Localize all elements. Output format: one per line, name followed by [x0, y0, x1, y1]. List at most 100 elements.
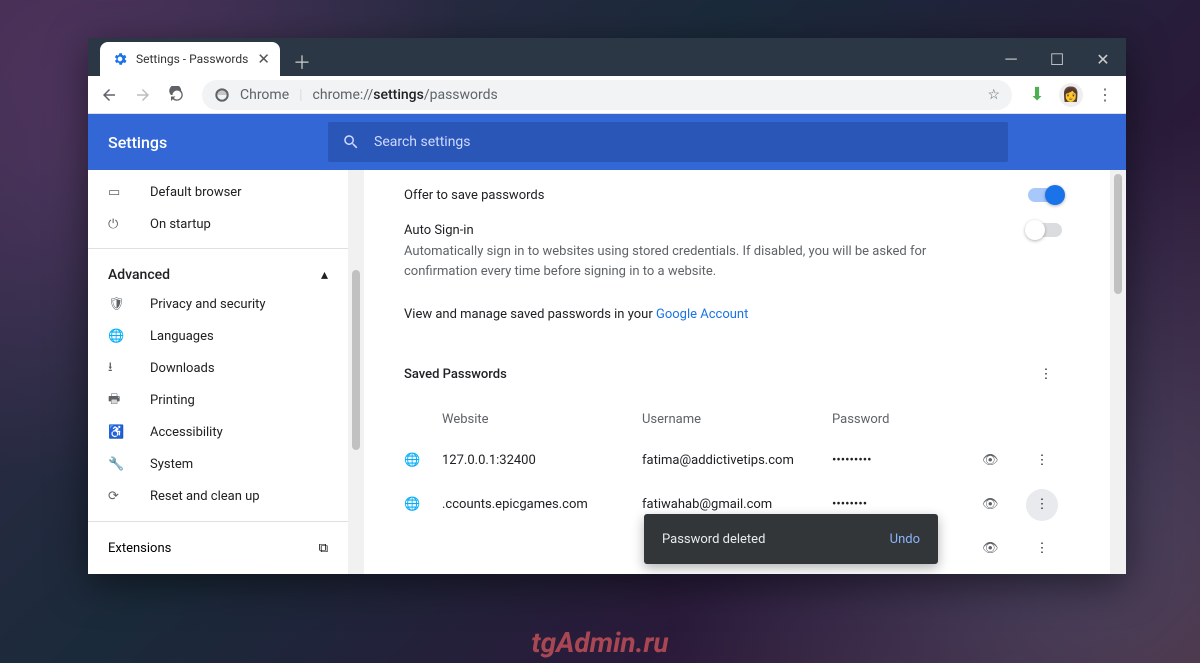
maximize-button[interactable]: ☐ — [1034, 42, 1080, 76]
google-account-row: View and manage saved passwords in your … — [404, 291, 1062, 335]
sidebar-item-languages[interactable]: 🌐 Languages — [88, 321, 348, 353]
new-tab-button[interactable]: ＋ — [288, 48, 316, 76]
undo-toast: Password deleted Undo — [644, 514, 938, 564]
password-site[interactable]: .ccounts.epicgames.com — [442, 497, 642, 512]
sidebar-item-label: Printing — [150, 393, 195, 408]
sidebar-scrollbar[interactable] — [348, 170, 364, 574]
show-password-button[interactable]: 👁 — [982, 541, 1026, 556]
close-window-button[interactable]: ✕ — [1080, 42, 1126, 76]
settings-search[interactable] — [328, 122, 1008, 162]
sidebar-divider — [88, 248, 348, 249]
download-icon: ⭳ — [108, 358, 128, 380]
sidebar-divider — [88, 521, 348, 522]
sidebar-item-label: Reset and clean up — [150, 489, 260, 504]
password-username: fatiwahab@gmail.com — [642, 497, 832, 512]
toggle-knob — [1025, 220, 1045, 240]
sidebar-item-label: System — [150, 457, 193, 472]
forward-button[interactable] — [128, 80, 158, 110]
sidebar-item-default-browser[interactable]: ▭ Default browser — [88, 176, 348, 208]
sidebar-container: ▭ Default browser ⏻ On startup Advanced … — [88, 170, 364, 574]
password-row-more-button[interactable]: ⋮ — [1026, 489, 1058, 521]
sidebar-item-downloads[interactable]: ⭳ Downloads — [88, 353, 348, 385]
sidebar-item-on-startup[interactable]: ⏻ On startup — [88, 208, 348, 240]
offer-save-toggle[interactable] — [1028, 188, 1062, 202]
col-username: Username — [642, 412, 832, 427]
sidebar-item-extensions[interactable]: Extensions ⧉ — [88, 530, 348, 568]
main-scrollbar-thumb[interactable] — [1114, 174, 1122, 294]
password-site[interactable]: 127.0.0.1:32400 — [442, 453, 642, 468]
reload-icon — [168, 86, 186, 104]
auto-signin-desc: Automatically sign in to websites using … — [404, 242, 964, 281]
browser-window: Settings - Passwords ✕ ＋ ─ ☐ ✕ Chrome | … — [88, 38, 1126, 574]
omnibox-host: Chrome — [240, 87, 289, 103]
saved-passwords-title: Saved Passwords — [404, 367, 507, 382]
sidebar-item-label: Default browser — [150, 185, 242, 200]
secure-icon — [214, 87, 230, 103]
sidebar-item-label: Languages — [150, 329, 214, 344]
omnibox[interactable]: Chrome | chrome://settings/passwords ☆ — [202, 80, 1012, 110]
sidebar-item-privacy[interactable]: 🛡 Privacy and security — [88, 289, 348, 321]
toast-undo-button[interactable]: Undo — [890, 532, 920, 547]
show-password-button[interactable]: 👁 — [982, 453, 1026, 468]
saved-passwords-header: Saved Passwords ⋮ — [404, 335, 1062, 395]
sidebar-scrollbar-thumb[interactable] — [352, 270, 360, 450]
open-external-icon: ⧉ — [319, 541, 328, 556]
saved-passwords-more-button[interactable]: ⋮ — [1030, 359, 1062, 391]
back-button[interactable] — [94, 80, 124, 110]
offer-save-row: Offer to save passwords — [404, 178, 1062, 213]
watermark: tgAdmin.ru — [531, 626, 668, 659]
window-controls: ─ ☐ ✕ — [988, 42, 1126, 76]
google-account-text: View and manage saved passwords in your — [404, 307, 656, 322]
sidebar-item-accessibility[interactable]: ♿ Accessibility — [88, 417, 348, 449]
restore-icon: ⟳ — [108, 489, 128, 504]
site-icon: 🌐 — [404, 453, 442, 468]
settings-search-input[interactable] — [374, 134, 994, 150]
globe-icon: 🌐 — [108, 329, 128, 344]
main-scrollbar[interactable] — [1110, 170, 1126, 574]
settings-sidebar: ▭ Default browser ⏻ On startup Advanced … — [88, 170, 348, 574]
password-username: fatima@addictivetips.com — [642, 453, 832, 468]
extension-idm-icon[interactable]: ⬇ — [1022, 80, 1052, 110]
sidebar-item-system[interactable]: 🔧 System — [88, 449, 348, 481]
shield-icon: 🛡 — [108, 297, 128, 312]
omnibox-url: chrome://settings/passwords — [313, 87, 498, 103]
browser-toolbar: Chrome | chrome://settings/passwords ☆ ⬇… — [88, 76, 1126, 114]
reload-button[interactable] — [162, 80, 192, 110]
site-icon: 🌐 — [404, 497, 442, 512]
col-password: Password — [832, 412, 982, 427]
auto-signin-toggle[interactable] — [1028, 223, 1062, 237]
browser-menu-button[interactable]: ⋮ — [1090, 80, 1120, 110]
password-row-more-button[interactable]: ⋮ — [1026, 533, 1058, 565]
sidebar-item-label: Extensions — [108, 541, 171, 556]
arrow-right-icon — [134, 86, 152, 104]
minimize-button[interactable]: ─ — [988, 42, 1034, 76]
profile-avatar[interactable]: 👩 — [1056, 80, 1086, 110]
avatar-icon: 👩 — [1059, 83, 1083, 107]
settings-title: Settings — [108, 133, 328, 152]
arrow-left-icon — [100, 86, 118, 104]
tab-close-icon[interactable]: ✕ — [257, 50, 270, 68]
browser-tab[interactable]: Settings - Passwords ✕ — [100, 42, 280, 76]
sidebar-section-label: Advanced — [108, 267, 170, 283]
password-row-more-button[interactable]: ⋮ — [1026, 445, 1058, 477]
password-masked: ••••••••• — [832, 453, 982, 468]
browser-icon: ▭ — [108, 185, 128, 200]
toggle-knob — [1045, 185, 1065, 205]
sidebar-item-label: On startup — [150, 217, 211, 232]
google-account-link[interactable]: Google Account — [656, 307, 748, 322]
toast-message: Password deleted — [662, 532, 765, 547]
sidebar-item-reset[interactable]: ⟳ Reset and clean up — [88, 481, 348, 513]
auto-signin-title: Auto Sign-in — [404, 223, 964, 238]
offer-save-label: Offer to save passwords — [404, 188, 544, 203]
sidebar-item-label: Downloads — [150, 361, 215, 376]
sidebar-item-label: Privacy and security — [150, 297, 266, 312]
accessibility-icon: ♿ — [108, 425, 128, 440]
show-password-button[interactable]: 👁 — [982, 497, 1026, 512]
star-icon[interactable]: ☆ — [987, 87, 1000, 103]
wrench-icon: 🔧 — [108, 457, 128, 472]
sidebar-advanced-toggle[interactable]: Advanced ▴ — [88, 257, 348, 289]
sidebar-item-printing[interactable]: 🖶 Printing — [88, 385, 348, 417]
search-icon — [342, 133, 360, 151]
settings-main: Offer to save passwords Auto Sign-in Aut… — [364, 170, 1126, 574]
gear-icon — [112, 51, 128, 67]
